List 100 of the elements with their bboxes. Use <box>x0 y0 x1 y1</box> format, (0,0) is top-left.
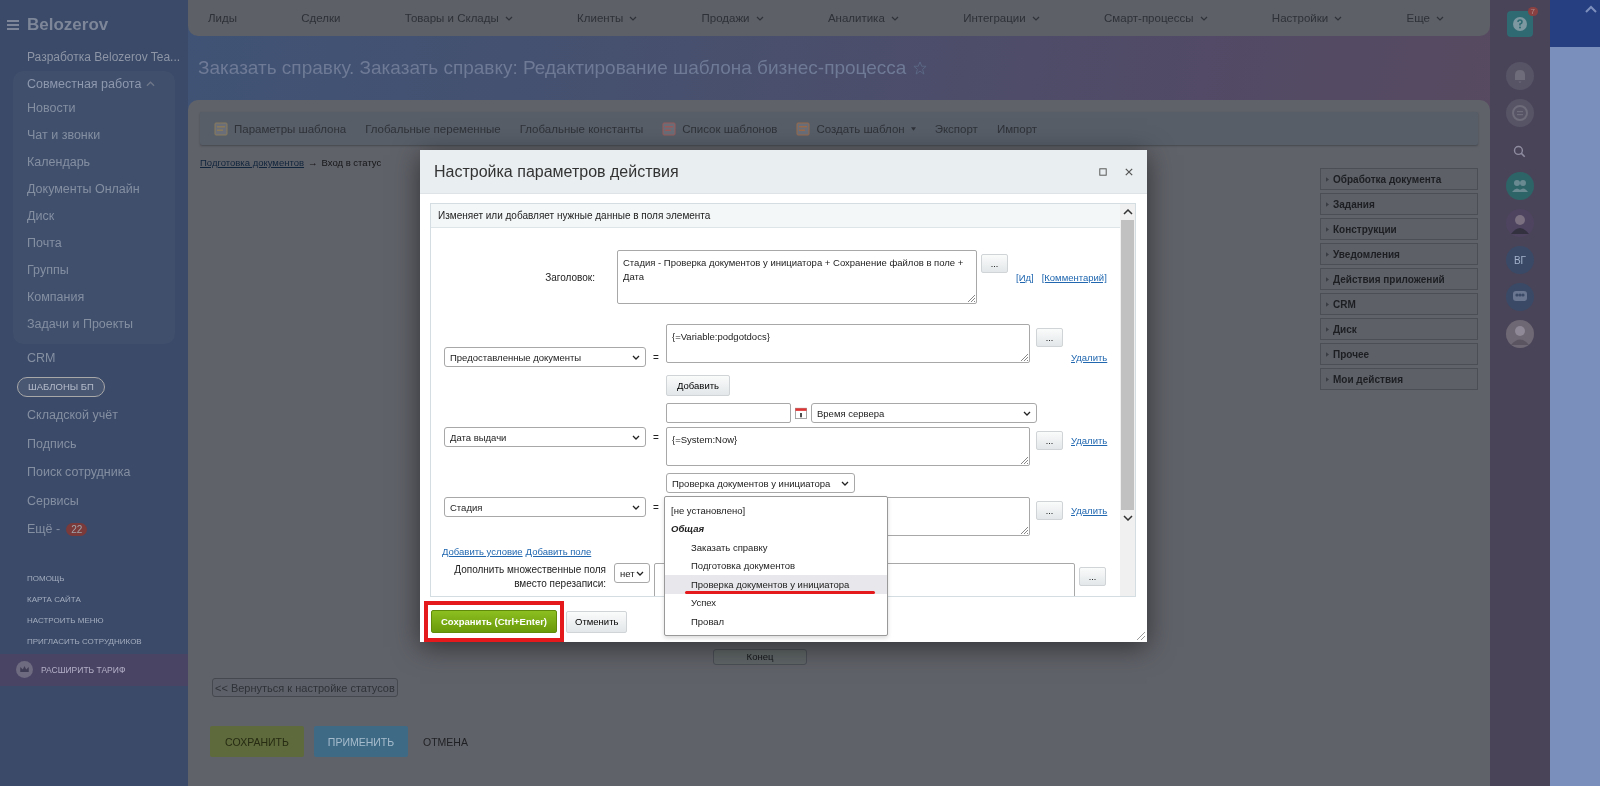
stage-select[interactable]: Проверка документов у инициатора <box>666 473 855 493</box>
caret-icon <box>632 434 640 440</box>
field-select[interactable]: Дата выдачи <box>444 427 646 447</box>
title-textarea[interactable]: Стадия - Проверка документов у инициатора + Сохранение файлов в поле + Дата <box>617 250 977 304</box>
sidebar-item[interactable]: Календарь <box>13 149 175 176</box>
help-icon[interactable] <box>1507 11 1533 37</box>
cancel-button[interactable]: Отменить <box>566 610 628 633</box>
document-icon <box>662 121 677 136</box>
sidebar-item[interactable]: Поиск сотрудника <box>13 465 131 480</box>
avatar-icon[interactable] <box>1506 320 1534 348</box>
activity-group[interactable]: Конструкции <box>1320 218 1478 240</box>
sidebar-item[interactable]: Почта <box>13 230 175 257</box>
team-name[interactable]: Разработка Belozerov Tea... <box>0 38 188 64</box>
picker-button[interactable]: ... <box>1036 328 1063 347</box>
dropdown-option[interactable]: Проверка документов у инициатора <box>665 575 887 594</box>
chat-icon[interactable] <box>1506 99 1534 127</box>
menu-icon[interactable] <box>7 20 19 30</box>
footer-link[interactable]: ПОМОЩЬ <box>27 573 188 583</box>
resize-grip-icon[interactable] <box>1020 353 1028 361</box>
resize-grip-icon[interactable] <box>1020 526 1028 534</box>
sidebar-item[interactable]: Чат и звонки <box>13 122 175 149</box>
group-header[interactable]: Совместная работа <box>27 77 142 91</box>
breadcrumb-link[interactable]: Подготовка документов <box>200 157 304 168</box>
activity-group[interactable]: Обработка документа <box>1320 168 1478 190</box>
scrollbar[interactable] <box>1120 204 1135 596</box>
activity-group[interactable]: Мои действия <box>1320 368 1478 390</box>
footer-link[interactable]: НАСТРОИТЬ МЕНЮ <box>27 615 188 625</box>
sidebar-item[interactable]: CRM <box>13 351 56 366</box>
option-group-label: Общая <box>670 522 706 537</box>
scroll-thumb[interactable] <box>1121 220 1134 510</box>
group-chat-icon[interactable] <box>1506 283 1534 311</box>
dropdown-option[interactable]: Подготовка документов <box>665 556 887 575</box>
dropdown-option[interactable]: [не установлено] <box>665 501 887 520</box>
bracket-link[interactable]: [Комментарий] <box>1041 272 1107 283</box>
sidebar-item[interactable]: Новости <box>13 95 175 122</box>
bell-icon[interactable] <box>1506 62 1534 90</box>
resize-grip-icon[interactable] <box>967 294 975 302</box>
activity-group[interactable]: Действия приложений <box>1320 268 1478 290</box>
caret-icon <box>755 15 764 21</box>
add-link[interactable]: Добавить условие <box>442 546 523 557</box>
field-select[interactable]: Предоставленные документы <box>444 347 646 367</box>
add-button[interactable]: Добавить <box>666 375 730 396</box>
sidebar-item[interactable]: Подпись <box>13 436 77 451</box>
scroll-down-icon[interactable] <box>1122 515 1133 521</box>
resize-grip-icon[interactable] <box>1020 456 1028 464</box>
cancel-button[interactable]: ОТМЕНА <box>418 726 473 757</box>
add-link[interactable]: Добавить поле <box>525 546 592 557</box>
delete-link[interactable]: Удалить <box>1071 505 1108 516</box>
activity-group[interactable]: Задания <box>1320 193 1478 215</box>
sidebar-item[interactable]: ШАБЛОНЫ БП <box>17 376 105 397</box>
yes-no-select[interactable]: нет <box>614 563 650 583</box>
maximize-icon[interactable] <box>1099 167 1107 176</box>
sidebar-item[interactable]: Задачи и Проекты <box>13 311 175 338</box>
caret-icon <box>636 570 644 576</box>
sidebar-item[interactable]: Сервисы <box>13 493 79 508</box>
picker-button[interactable]: ... <box>981 254 1008 273</box>
picker-button[interactable]: ... <box>1036 501 1063 520</box>
sidebar-item[interactable]: Компания <box>13 284 175 311</box>
save-button[interactable]: Сохранить (Ctrl+Enter) <box>431 610 558 633</box>
picker-button[interactable]: ... <box>1036 431 1063 450</box>
apply-button[interactable]: ПРИМЕНИТЬ <box>314 726 408 757</box>
sidebar-item[interactable]: Складской учёт <box>13 408 118 423</box>
equals-sign: = <box>652 351 660 363</box>
dropdown-option[interactable]: Успех <box>665 593 887 612</box>
end-node[interactable]: Конец <box>713 648 807 665</box>
value-textarea[interactable]: {=System:Now} <box>666 427 1030 466</box>
logo[interactable]: Belozerov <box>27 15 109 35</box>
dropdown-option[interactable]: Заказать справку <box>665 538 887 557</box>
field-select[interactable]: Стадия <box>444 497 646 517</box>
timezone-select[interactable]: Время сервера <box>811 403 1037 423</box>
activity-group[interactable]: CRM <box>1320 293 1478 315</box>
count-badge: 22 <box>66 522 88 536</box>
activity-group[interactable]: Уведомления <box>1320 243 1478 265</box>
upgrade-bar[interactable]: РАСШИРИТЬ ТАРИФ <box>0 653 188 686</box>
star-icon[interactable] <box>913 61 928 75</box>
activity-group[interactable]: Прочее <box>1320 343 1478 365</box>
avatar-icon[interactable] <box>1506 209 1534 237</box>
close-icon[interactable] <box>1125 167 1133 176</box>
value-textarea[interactable]: {=Variable:podgotdocs} <box>666 324 1030 363</box>
activity-group[interactable]: Диск <box>1320 318 1478 340</box>
sidebar-item[interactable]: Группы <box>13 257 175 284</box>
sidebar-item[interactable]: Документы Онлайн <box>13 176 175 203</box>
date-input[interactable] <box>666 403 791 423</box>
delete-link[interactable]: Удалить <box>1071 352 1108 363</box>
initials-avatar[interactable]: ВГ <box>1506 246 1534 274</box>
scroll-up-icon[interactable] <box>1122 209 1133 215</box>
chevron-up-icon[interactable] <box>146 81 156 87</box>
group-icon[interactable] <box>1506 172 1534 200</box>
sidebar-item[interactable]: Диск <box>13 203 175 230</box>
picker-button[interactable]: ... <box>1079 567 1106 586</box>
calendar-icon[interactable] <box>795 407 807 419</box>
caret-icon <box>1334 15 1343 21</box>
resize-grip-icon[interactable] <box>1135 630 1145 640</box>
delete-link[interactable]: Удалить <box>1071 435 1108 446</box>
footer-link[interactable]: ПРИГЛАСИТЬ СОТРУДНИКОВ <box>27 636 188 646</box>
save-button[interactable]: СОХРАНИТЬ <box>210 726 304 757</box>
sidebar-item[interactable]: Ещё - <box>13 522 61 537</box>
bracket-link[interactable]: [Ид] <box>1016 272 1034 283</box>
dropdown-option[interactable]: Провал <box>665 612 887 631</box>
footer-link[interactable]: КАРТА САЙТА <box>27 594 188 604</box>
